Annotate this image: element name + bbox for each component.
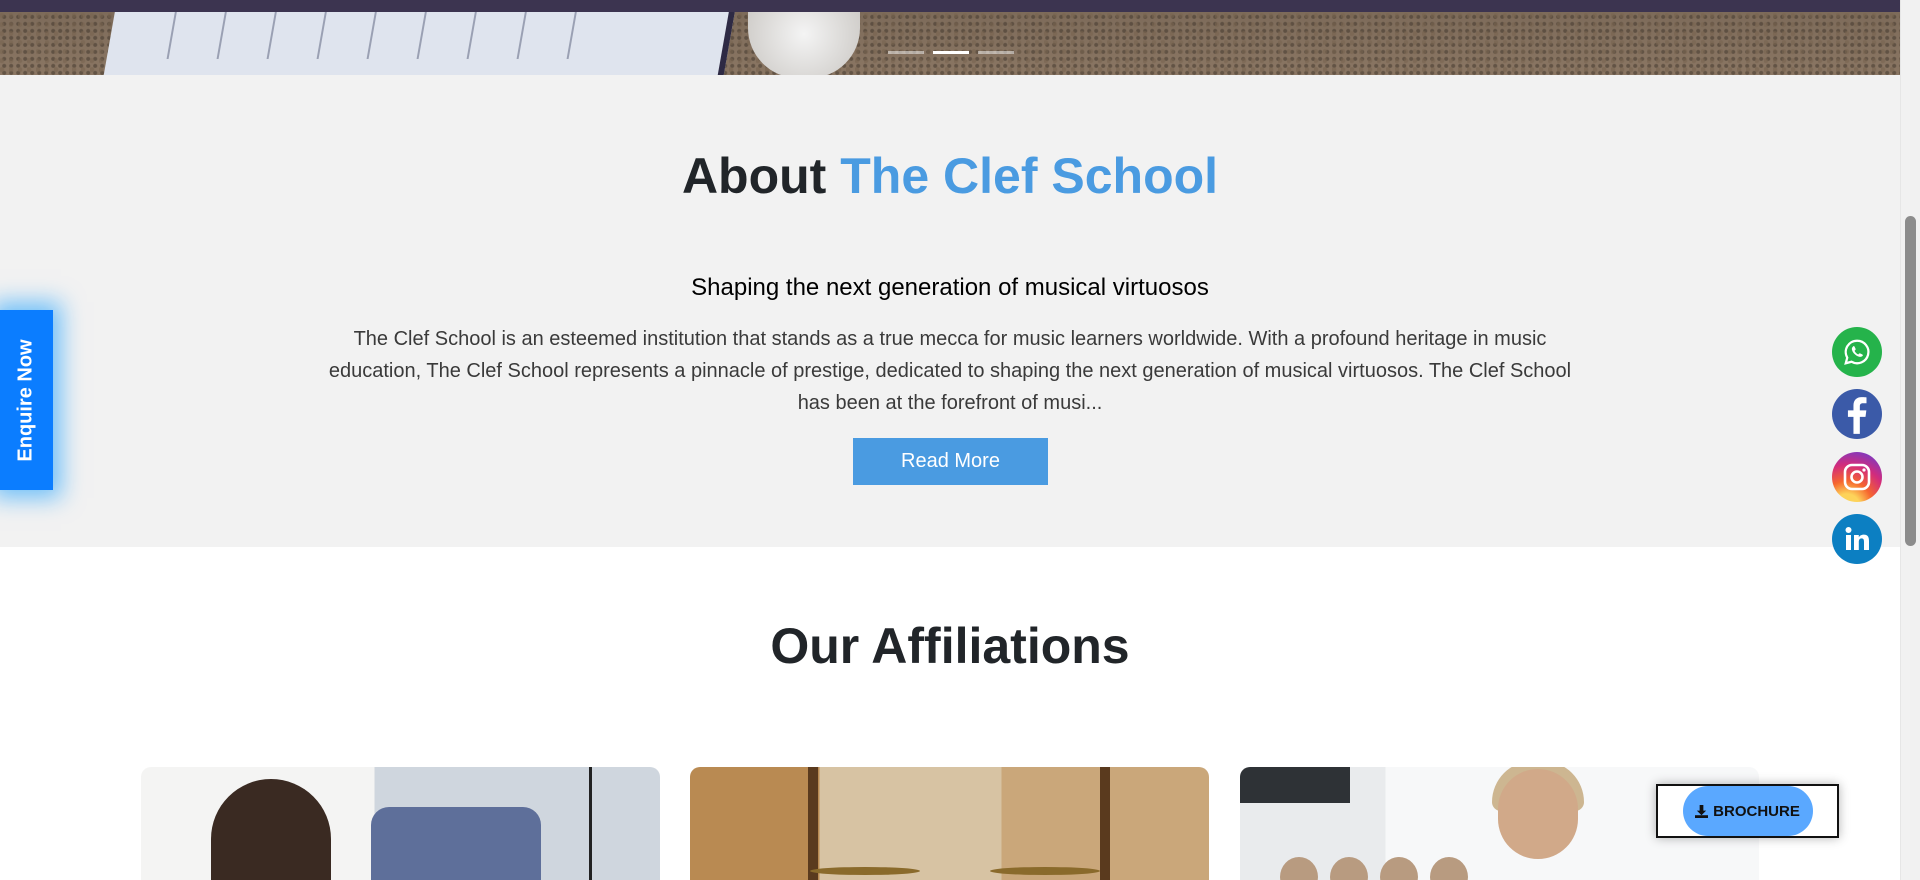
carousel-dot-3[interactable] (978, 51, 1014, 54)
card-photo-sofa (371, 807, 541, 880)
carousel-indicators (888, 51, 1014, 54)
card-photo-child (1330, 857, 1368, 880)
download-icon (1695, 804, 1709, 818)
about-title-prefix: About (681, 148, 827, 204)
enquire-now-label: Enquire Now (15, 338, 38, 462)
brochure-button[interactable]: BROCHURE (1656, 784, 1839, 838)
facebook-icon (1847, 397, 1867, 434)
card-photo-cymbal (810, 867, 920, 875)
hero-cat-paw (748, 12, 860, 75)
read-more-button[interactable]: Read More (853, 438, 1048, 485)
about-title: About The Clef School (0, 147, 1900, 205)
instagram-button[interactable] (1832, 452, 1882, 502)
page-scrollbar[interactable] (1900, 0, 1920, 880)
card-photo-child (1380, 857, 1418, 880)
enquire-now-tab[interactable]: Enquire Now (0, 310, 53, 490)
brochure-content: BROCHURE (1695, 803, 1800, 820)
whatsapp-icon (1844, 339, 1870, 365)
card-photo-child (1280, 857, 1318, 880)
about-title-accent: The Clef School (840, 148, 1219, 204)
instagram-icon (1843, 463, 1871, 491)
about-section: About The Clef School Shaping the next g… (0, 75, 1900, 547)
hero-carousel (0, 12, 1900, 75)
carousel-dot-2[interactable] (933, 51, 969, 54)
linkedin-icon (1845, 527, 1869, 550)
linkedin-button[interactable] (1832, 514, 1882, 564)
carousel-dot-1[interactable] (888, 51, 924, 54)
top-bar (0, 0, 1900, 12)
affiliations-title: Our Affiliations (770, 618, 1130, 674)
brochure-label: BROCHURE (1713, 802, 1800, 820)
card-photo-student (211, 779, 331, 880)
card-photo-frame (808, 767, 818, 880)
card-photo-cymbal (990, 867, 1100, 875)
card-photo-teacher (1498, 769, 1578, 859)
affiliation-card[interactable] (690, 767, 1209, 880)
hero-sheet-music (101, 12, 739, 75)
scrollbar-thumb[interactable] (1905, 216, 1916, 546)
card-photo-pole (589, 767, 592, 880)
card-photo-screen (1240, 767, 1350, 803)
whatsapp-button[interactable] (1832, 327, 1882, 377)
card-photo-frame (1100, 767, 1110, 880)
facebook-button[interactable] (1832, 389, 1882, 439)
affiliation-card[interactable] (141, 767, 660, 880)
card-photo-child (1430, 857, 1468, 880)
about-subtitle: Shaping the next generation of musical v… (691, 274, 1209, 301)
about-body: The Clef School is an esteemed instituti… (328, 328, 1572, 414)
